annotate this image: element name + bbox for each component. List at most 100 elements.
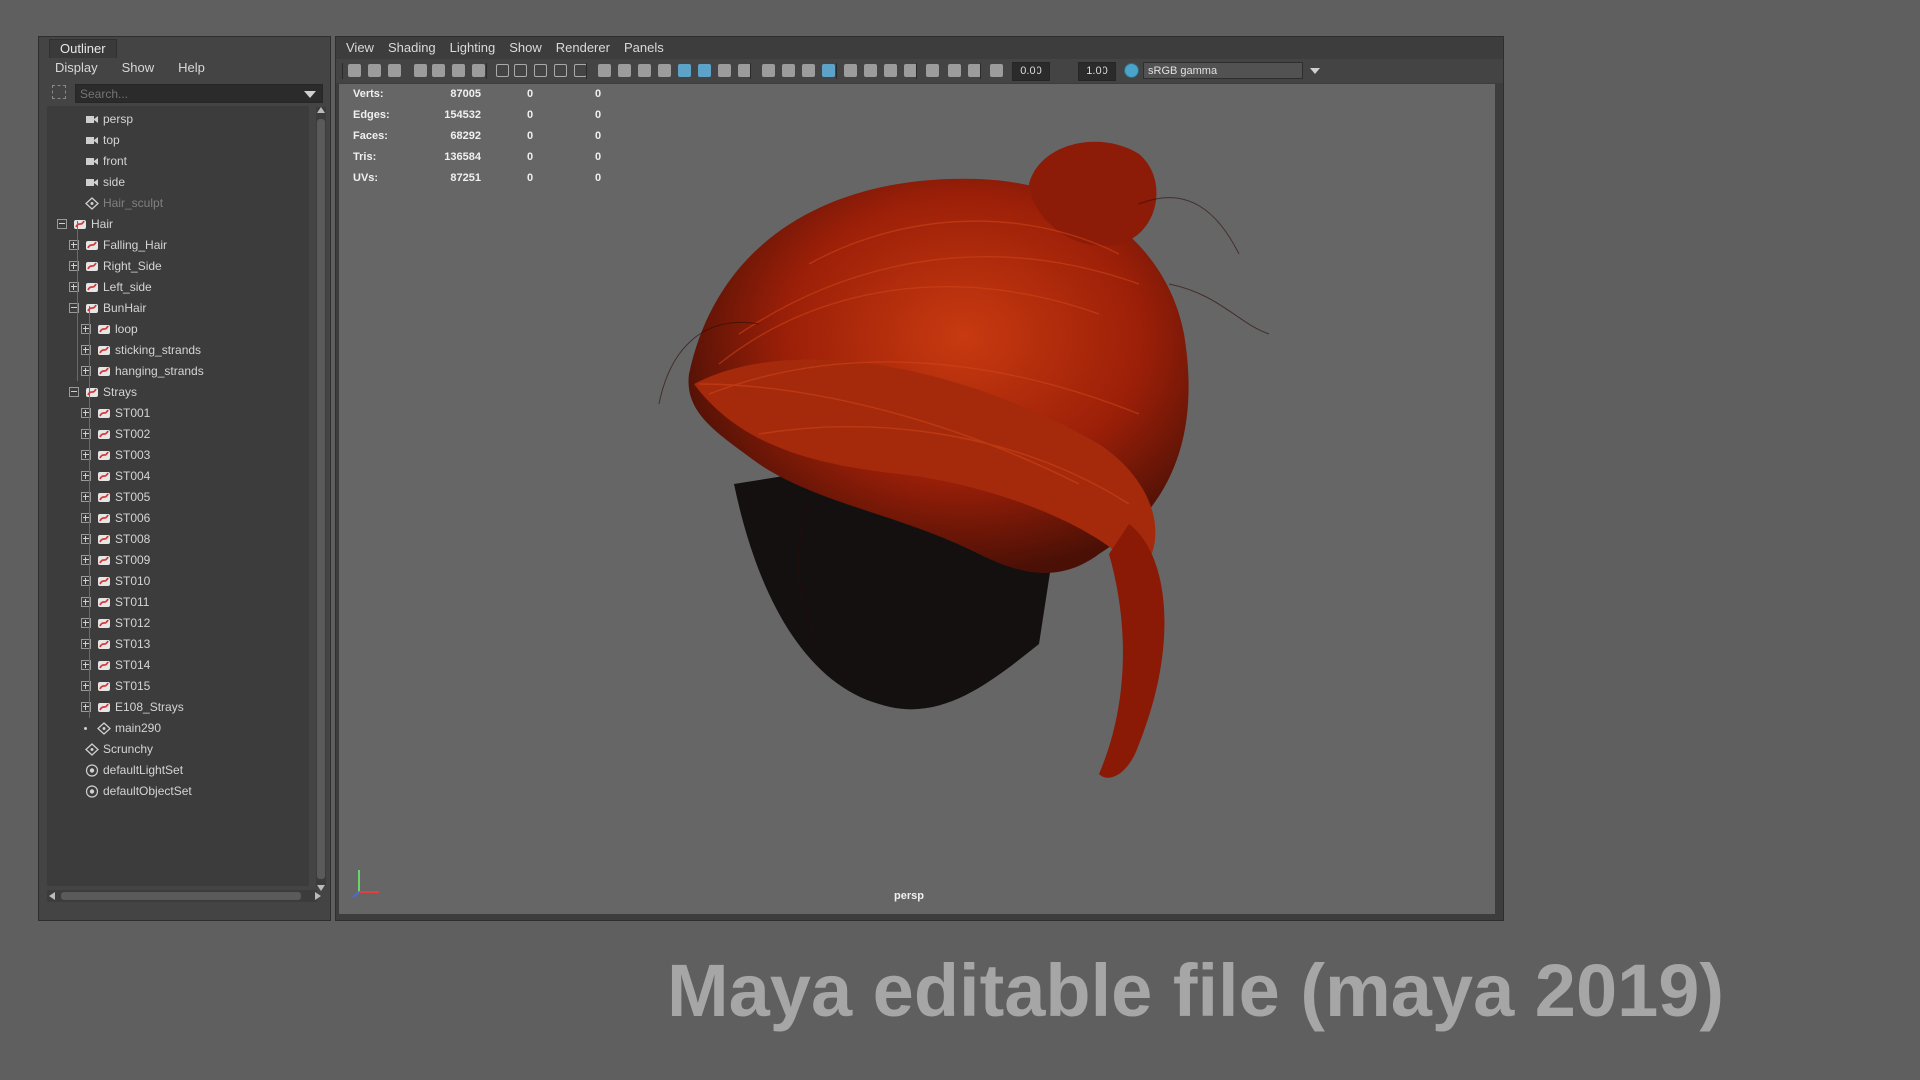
- outliner-item[interactable]: loop: [47, 319, 309, 339]
- outliner-item[interactable]: ST004: [47, 466, 309, 486]
- outliner-item-label: Left_side: [103, 280, 152, 294]
- outliner-item[interactable]: ST005: [47, 487, 309, 507]
- outliner-item[interactable]: top: [47, 130, 309, 150]
- horizontal-scrollbar[interactable]: [47, 890, 321, 902]
- outliner-item[interactable]: ST003: [47, 445, 309, 465]
- toolbar-button-icon[interactable]: [348, 64, 361, 77]
- outliner-item[interactable]: ST011: [47, 592, 309, 612]
- outliner-tab[interactable]: Outliner: [49, 39, 117, 58]
- toolbar-button-icon[interactable]: [948, 64, 961, 77]
- toolbar-button-icon[interactable]: [514, 64, 527, 77]
- menu-show[interactable]: Show: [106, 58, 163, 78]
- menu-renderer[interactable]: Renderer: [549, 37, 617, 59]
- outliner-item[interactable]: Left_side: [47, 277, 309, 297]
- color-management-icon[interactable]: [1124, 63, 1139, 78]
- toolbar-button-icon[interactable]: [926, 64, 939, 77]
- chevron-down-icon[interactable]: [304, 91, 316, 98]
- outliner-item[interactable]: ST014: [47, 655, 309, 675]
- scroll-right-icon[interactable]: [315, 892, 321, 900]
- xgen-curve-icon: [97, 679, 111, 692]
- toolbar-button-icon[interactable]: [844, 64, 857, 77]
- menu-help[interactable]: Help: [162, 58, 213, 78]
- color-space-select[interactable]: sRGB gamma: [1143, 62, 1320, 79]
- outliner-item[interactable]: side: [47, 172, 309, 192]
- menu-show[interactable]: Show: [502, 37, 549, 59]
- outliner-item-label: Hair_sculpt: [103, 196, 164, 210]
- toolbar-button-icon[interactable]: [884, 64, 897, 77]
- outliner-search[interactable]: [75, 84, 323, 103]
- toolbar-button-icon[interactable]: [432, 64, 445, 77]
- transform-icon: [85, 196, 99, 210]
- outliner-item[interactable]: Scrunchy: [47, 739, 309, 759]
- toolbar-button-icon[interactable]: [452, 64, 465, 77]
- menu-view[interactable]: View: [336, 37, 381, 59]
- toolbar-button-icon[interactable]: [802, 64, 815, 77]
- menu-panels[interactable]: Panels: [617, 37, 671, 59]
- toolbar-button-icon[interactable]: [618, 64, 631, 77]
- outliner-item[interactable]: Strays: [47, 382, 309, 402]
- outliner-item[interactable]: main290: [47, 718, 309, 738]
- outliner-item[interactable]: ST001: [47, 403, 309, 423]
- outliner-item-label: defaultLightSet: [103, 763, 184, 777]
- toolbar-button-icon[interactable]: [554, 64, 567, 77]
- outliner-item[interactable]: ST009: [47, 550, 309, 570]
- scroll-up-icon[interactable]: [317, 107, 325, 113]
- outliner-item-label: ST010: [115, 574, 151, 588]
- toolbar-button-icon[interactable]: [638, 64, 651, 77]
- toolbar-button-icon[interactable]: [990, 64, 1003, 77]
- exposure-field[interactable]: 0.00: [1012, 62, 1050, 81]
- outliner-item-label: E108_Strays: [115, 700, 184, 714]
- outliner-item[interactable]: Right_Side: [47, 256, 309, 276]
- scroll-thumb-horizontal[interactable]: [61, 892, 301, 900]
- toolbar-button-icon[interactable]: [718, 64, 731, 77]
- toolbar-button-icon[interactable]: [864, 64, 877, 77]
- toolbar-button-icon[interactable]: [762, 64, 775, 77]
- outliner-item[interactable]: ST015: [47, 676, 309, 696]
- outliner-item[interactable]: ST002: [47, 424, 309, 444]
- outliner-item[interactable]: sticking_strands: [47, 340, 309, 360]
- menu-lighting[interactable]: Lighting: [443, 37, 503, 59]
- outliner-item[interactable]: ST012: [47, 613, 309, 633]
- collapse-icon[interactable]: [69, 387, 79, 397]
- scroll-left-icon[interactable]: [49, 892, 55, 900]
- menu-display[interactable]: Display: [39, 58, 106, 78]
- toolbar-button-icon[interactable]: [534, 64, 547, 77]
- toolbar-button-icon[interactable]: [472, 64, 485, 77]
- outliner-item[interactable]: E108_Strays: [47, 697, 309, 717]
- outliner-item[interactable]: Falling_Hair: [47, 235, 309, 255]
- xgen-curve-icon: [85, 259, 99, 272]
- toolbar-button-icon[interactable]: [414, 64, 427, 77]
- filter-icon[interactable]: [52, 85, 66, 99]
- outliner-item[interactable]: ST008: [47, 529, 309, 549]
- menu-shading[interactable]: Shading: [381, 37, 443, 59]
- outliner-item[interactable]: ST013: [47, 634, 309, 654]
- toolbar-button-icon[interactable]: [782, 64, 795, 77]
- camera-icon: [85, 175, 99, 188]
- toolbar-button-icon[interactable]: [368, 64, 381, 77]
- gamma-field[interactable]: 1.00: [1078, 62, 1116, 81]
- scroll-thumb[interactable]: [317, 119, 325, 879]
- toolbar-button-icon[interactable]: [698, 64, 711, 77]
- outliner-item[interactable]: defaultObjectSet: [47, 781, 309, 801]
- toolbar-button-icon[interactable]: [598, 64, 611, 77]
- toolbar-button-icon[interactable]: [678, 64, 691, 77]
- chevron-down-icon[interactable]: [1310, 68, 1320, 74]
- toolbar-button-icon[interactable]: [822, 64, 835, 77]
- outliner-item[interactable]: ST010: [47, 571, 309, 591]
- vertical-scrollbar[interactable]: [316, 107, 326, 891]
- 3d-viewport[interactable]: Verts: 87005 0 0 Edges: 154532 0 0 Faces: 68292 0 0…: [339, 84, 1495, 914]
- outliner-item[interactable]: front: [47, 151, 309, 171]
- outliner-item[interactable]: defaultLightSet: [47, 760, 309, 780]
- outliner-item[interactable]: Hair: [47, 214, 309, 234]
- outliner-item[interactable]: persp: [47, 109, 309, 129]
- collapse-icon[interactable]: [57, 219, 67, 229]
- scroll-down-icon[interactable]: [317, 885, 325, 891]
- toolbar-button-icon[interactable]: [496, 64, 509, 77]
- toolbar-button-icon[interactable]: [658, 64, 671, 77]
- outliner-item[interactable]: BunHair: [47, 298, 309, 318]
- outliner-item[interactable]: hanging_strands: [47, 361, 309, 381]
- toolbar-button-icon[interactable]: [388, 64, 401, 77]
- outliner-item[interactable]: ST006: [47, 508, 309, 528]
- outliner-item[interactable]: Hair_sculpt: [47, 193, 309, 213]
- search-input[interactable]: [80, 85, 280, 102]
